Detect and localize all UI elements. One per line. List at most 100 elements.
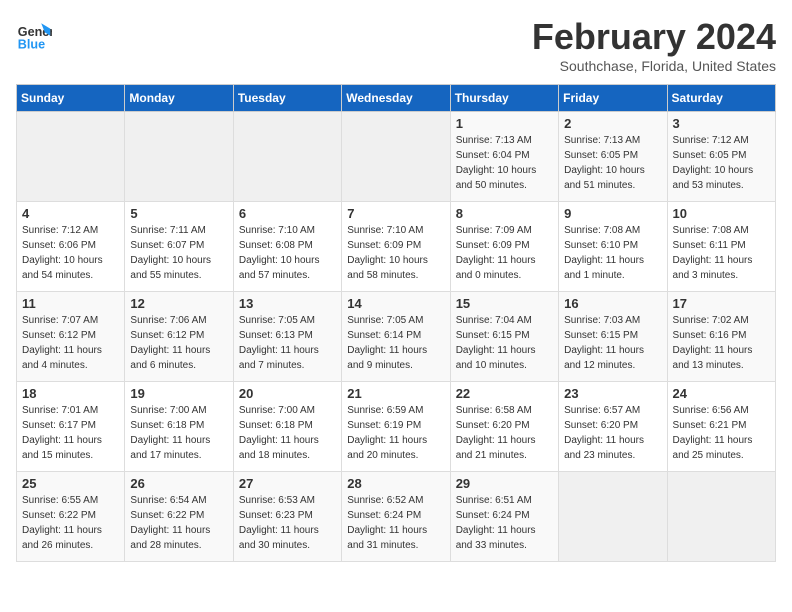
logo: General Blue — [16, 16, 52, 52]
day-number: 7 — [347, 206, 444, 221]
col-sunday: Sunday — [17, 85, 125, 112]
logo-icon: General Blue — [16, 16, 52, 52]
day-number: 1 — [456, 116, 553, 131]
calendar-cell: 27 Sunrise: 6:53 AM Sunset: 6:23 PM Dayli… — [233, 472, 341, 562]
calendar-cell: 9 Sunrise: 7:08 AM Sunset: 6:10 PM Daylig… — [559, 202, 667, 292]
day-info: Sunrise: 7:07 AM Sunset: 6:12 PM Dayligh… — [22, 313, 119, 373]
svg-text:Blue: Blue — [18, 37, 45, 51]
day-number: 20 — [239, 386, 336, 401]
calendar-week-row: 25 Sunrise: 6:55 AM Sunset: 6:22 PM Dayli… — [17, 472, 776, 562]
calendar-week-row: 4Sunrise: 7:12 AM Sunset: 6:06 PM Daylig… — [17, 202, 776, 292]
day-info: Sunrise: 7:11 AM Sunset: 6:07 PM Dayligh… — [130, 223, 227, 283]
day-number: 12 — [130, 296, 227, 311]
calendar-cell: 13Sunrise: 7:05 AM Sunset: 6:13 PM Dayli… — [233, 292, 341, 382]
calendar-cell — [559, 472, 667, 562]
day-number: 16 — [564, 296, 661, 311]
calendar-cell: 17 Sunrise: 7:02 AM Sunset: 6:16 PM Dayli… — [667, 292, 775, 382]
calendar-cell — [667, 472, 775, 562]
day-info: Sunrise: 7:08 AM Sunset: 6:11 PM Dayligh… — [673, 223, 770, 283]
day-number: 8 — [456, 206, 553, 221]
day-info: Sunrise: 7:13 AM Sunset: 6:04 PM Dayligh… — [456, 133, 553, 193]
day-number: 25 — [22, 476, 119, 491]
col-thursday: Thursday — [450, 85, 558, 112]
calendar-week-row: 18 Sunrise: 7:01 AM Sunset: 6:17 PM Dayli… — [17, 382, 776, 472]
day-number: 11 — [22, 296, 119, 311]
day-number: 3 — [673, 116, 770, 131]
day-number: 24 — [673, 386, 770, 401]
day-number: 2 — [564, 116, 661, 131]
day-info: Sunrise: 7:05 AM Sunset: 6:13 PM Dayligh… — [239, 313, 336, 373]
calendar-cell: 24 Sunrise: 6:56 AM Sunset: 6:21 PM Dayli… — [667, 382, 775, 472]
calendar-title: February 2024 — [532, 16, 776, 58]
day-number: 29 — [456, 476, 553, 491]
calendar-cell: 21Sunrise: 6:59 AM Sunset: 6:19 PM Dayli… — [342, 382, 450, 472]
day-info: Sunrise: 6:59 AM Sunset: 6:19 PM Dayligh… — [347, 403, 444, 463]
col-wednesday: Wednesday — [342, 85, 450, 112]
day-info: Sunrise: 6:54 AM Sunset: 6:22 PM Dayligh… — [130, 493, 227, 553]
day-info: Sunrise: 6:53 AM Sunset: 6:23 PM Dayligh… — [239, 493, 336, 553]
day-info: Sunrise: 7:10 AM Sunset: 6:08 PM Dayligh… — [239, 223, 336, 283]
page-header: General Blue February 2024 Southchase, F… — [16, 16, 776, 74]
day-info: Sunrise: 6:56 AM Sunset: 6:21 PM Dayligh… — [673, 403, 770, 463]
calendar-cell: 1 Sunrise: 7:13 AM Sunset: 6:04 PM Daylig… — [450, 112, 558, 202]
calendar-cell: 22 Sunrise: 6:58 AM Sunset: 6:20 PM Dayli… — [450, 382, 558, 472]
day-number: 17 — [673, 296, 770, 311]
calendar-cell: 6 Sunrise: 7:10 AM Sunset: 6:08 PM Daylig… — [233, 202, 341, 292]
calendar-cell: 7 Sunrise: 7:10 AM Sunset: 6:09 PM Daylig… — [342, 202, 450, 292]
day-number: 6 — [239, 206, 336, 221]
calendar-cell: 26 Sunrise: 6:54 AM Sunset: 6:22 PM Dayli… — [125, 472, 233, 562]
day-info: Sunrise: 7:10 AM Sunset: 6:09 PM Dayligh… — [347, 223, 444, 283]
day-number: 28 — [347, 476, 444, 491]
day-info: Sunrise: 7:06 AM Sunset: 6:12 PM Dayligh… — [130, 313, 227, 373]
day-info: Sunrise: 7:05 AM Sunset: 6:14 PM Dayligh… — [347, 313, 444, 373]
day-info: Sunrise: 7:08 AM Sunset: 6:10 PM Dayligh… — [564, 223, 661, 283]
calendar-cell: 3 Sunrise: 7:12 AM Sunset: 6:05 PM Daylig… — [667, 112, 775, 202]
day-info: Sunrise: 6:57 AM Sunset: 6:20 PM Dayligh… — [564, 403, 661, 463]
day-info: Sunrise: 7:12 AM Sunset: 6:05 PM Dayligh… — [673, 133, 770, 193]
calendar-cell: 19 Sunrise: 7:00 AM Sunset: 6:18 PM Dayli… — [125, 382, 233, 472]
day-info: Sunrise: 6:51 AM Sunset: 6:24 PM Dayligh… — [456, 493, 553, 553]
calendar-cell: 16Sunrise: 7:03 AM Sunset: 6:15 PM Dayli… — [559, 292, 667, 382]
day-number: 22 — [456, 386, 553, 401]
col-friday: Friday — [559, 85, 667, 112]
col-monday: Monday — [125, 85, 233, 112]
calendar-week-row: 1 Sunrise: 7:13 AM Sunset: 6:04 PM Daylig… — [17, 112, 776, 202]
calendar-table: Sunday Monday Tuesday Wednesday Thursday… — [16, 84, 776, 562]
calendar-cell: 18 Sunrise: 7:01 AM Sunset: 6:17 PM Dayli… — [17, 382, 125, 472]
day-info: Sunrise: 7:02 AM Sunset: 6:16 PM Dayligh… — [673, 313, 770, 373]
day-info: Sunrise: 7:00 AM Sunset: 6:18 PM Dayligh… — [130, 403, 227, 463]
col-saturday: Saturday — [667, 85, 775, 112]
calendar-cell: 11 Sunrise: 7:07 AM Sunset: 6:12 PM Dayli… — [17, 292, 125, 382]
day-info: Sunrise: 6:58 AM Sunset: 6:20 PM Dayligh… — [456, 403, 553, 463]
day-info: Sunrise: 6:52 AM Sunset: 6:24 PM Dayligh… — [347, 493, 444, 553]
calendar-cell: 14 Sunrise: 7:05 AM Sunset: 6:14 PM Dayli… — [342, 292, 450, 382]
day-number: 5 — [130, 206, 227, 221]
day-info: Sunrise: 7:01 AM Sunset: 6:17 PM Dayligh… — [22, 403, 119, 463]
day-number: 4 — [22, 206, 119, 221]
calendar-cell — [17, 112, 125, 202]
day-info: Sunrise: 7:09 AM Sunset: 6:09 PM Dayligh… — [456, 223, 553, 283]
calendar-cell: 25 Sunrise: 6:55 AM Sunset: 6:22 PM Dayli… — [17, 472, 125, 562]
day-number: 14 — [347, 296, 444, 311]
calendar-cell — [125, 112, 233, 202]
day-info: Sunrise: 7:13 AM Sunset: 6:05 PM Dayligh… — [564, 133, 661, 193]
day-number: 18 — [22, 386, 119, 401]
day-number: 19 — [130, 386, 227, 401]
calendar-cell — [342, 112, 450, 202]
calendar-week-row: 11 Sunrise: 7:07 AM Sunset: 6:12 PM Dayli… — [17, 292, 776, 382]
calendar-header-row: Sunday Monday Tuesday Wednesday Thursday… — [17, 85, 776, 112]
calendar-cell: 23Sunrise: 6:57 AM Sunset: 6:20 PM Dayli… — [559, 382, 667, 472]
day-number: 26 — [130, 476, 227, 491]
day-info: Sunrise: 6:55 AM Sunset: 6:22 PM Dayligh… — [22, 493, 119, 553]
calendar-cell: 20 Sunrise: 7:00 AM Sunset: 6:18 PM Dayli… — [233, 382, 341, 472]
calendar-cell: 4Sunrise: 7:12 AM Sunset: 6:06 PM Daylig… — [17, 202, 125, 292]
day-number: 27 — [239, 476, 336, 491]
day-number: 9 — [564, 206, 661, 221]
calendar-cell: 10Sunrise: 7:08 AM Sunset: 6:11 PM Dayli… — [667, 202, 775, 292]
day-info: Sunrise: 7:00 AM Sunset: 6:18 PM Dayligh… — [239, 403, 336, 463]
calendar-cell: 2 Sunrise: 7:13 AM Sunset: 6:05 PM Daylig… — [559, 112, 667, 202]
calendar-cell: 15 Sunrise: 7:04 AM Sunset: 6:15 PM Dayli… — [450, 292, 558, 382]
day-info: Sunrise: 7:04 AM Sunset: 6:15 PM Dayligh… — [456, 313, 553, 373]
day-number: 15 — [456, 296, 553, 311]
calendar-cell: 5 Sunrise: 7:11 AM Sunset: 6:07 PM Daylig… — [125, 202, 233, 292]
